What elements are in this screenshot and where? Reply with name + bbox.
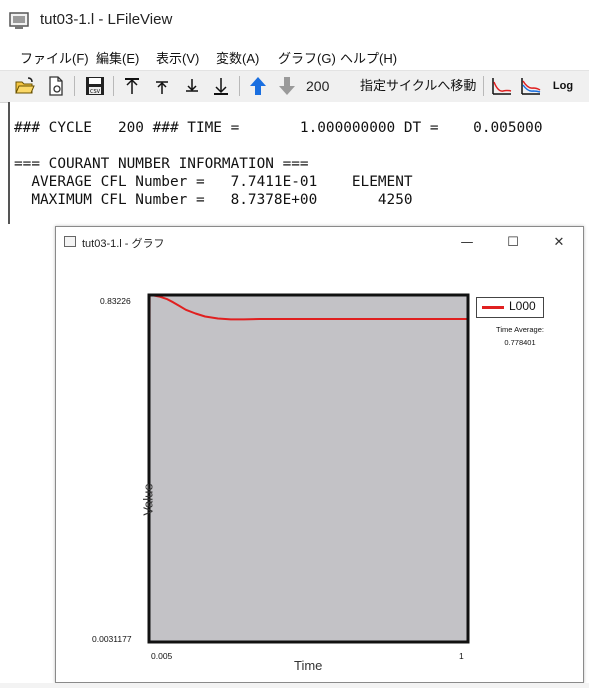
svg-text:CSV: CSV bbox=[90, 89, 101, 95]
y-tick-max: 0.83226 bbox=[100, 296, 131, 306]
line-chart bbox=[147, 293, 470, 644]
lfileview-app-icon bbox=[9, 12, 29, 29]
graph-window-title: tut03-1.l - グラフ bbox=[82, 238, 165, 250]
up-arrow-icon[interactable] bbox=[247, 75, 269, 97]
menu-variable[interactable]: 変数(A) bbox=[216, 48, 259, 67]
graph-compare-icon[interactable] bbox=[520, 75, 542, 97]
goto-cycle-button[interactable]: 指定サイクルへ移動 bbox=[356, 75, 480, 97]
cycle-number-input[interactable] bbox=[302, 76, 350, 96]
menu-help[interactable]: ヘルプ(H) bbox=[340, 48, 397, 67]
x-tick-min: 0.005 bbox=[151, 651, 173, 661]
menubar: ファイル(F) 編集(E) 表示(V) 変数(A) グラフ(G) ヘルプ(H) bbox=[0, 44, 589, 70]
cycle-time-line: ### CYCLE 200 ### TIME = 1.000000000 DT … bbox=[14, 120, 543, 136]
previous-icon[interactable] bbox=[151, 75, 173, 97]
time-average-value: 0.778401 bbox=[504, 338, 536, 347]
toolbar: CSV 指定サイクルへ移動 Log bbox=[0, 70, 589, 103]
graph-window-icon bbox=[64, 236, 76, 247]
close-icon: ✕ bbox=[553, 234, 565, 250]
save-icon[interactable]: CSV bbox=[84, 75, 106, 97]
graph-icon[interactable] bbox=[491, 75, 513, 97]
graph-canvas: L000 Time Average: 0.778401 Value Time 0… bbox=[62, 258, 577, 676]
menu-graph[interactable]: グラフ(G) bbox=[278, 48, 336, 67]
maximize-icon: ☐ bbox=[507, 234, 519, 250]
y-tick-min: 0.0031177 bbox=[92, 634, 132, 644]
y-axis-label: Value bbox=[140, 483, 156, 516]
courant-header-line: === COURANT NUMBER INFORMATION === bbox=[14, 156, 309, 172]
maximize-button[interactable]: ☐ bbox=[500, 231, 526, 253]
log-scale-button[interactable]: Log bbox=[549, 75, 577, 97]
x-axis-label: Time bbox=[294, 658, 323, 673]
output-text-view[interactable]: ### CYCLE 200 ### TIME = 1.000000000 DT … bbox=[8, 102, 589, 224]
time-average-label: Time Average: bbox=[496, 325, 544, 334]
average-cfl-line: AVERAGE CFL Number = 7.7411E-01 ELEMENT bbox=[14, 174, 413, 190]
window-title: tut03-1.l - LFileView bbox=[40, 11, 173, 28]
chart-legend: L000 bbox=[476, 297, 544, 318]
menu-view[interactable]: 表示(V) bbox=[156, 48, 199, 67]
graph-window-titlebar[interactable]: tut03-1.l - グラフ — ☐ ✕ bbox=[56, 227, 583, 257]
legend-swatch-l000 bbox=[482, 306, 504, 309]
plot-area bbox=[149, 295, 468, 642]
minimize-icon: — bbox=[460, 234, 474, 250]
first-cycle-icon[interactable] bbox=[121, 75, 143, 97]
menu-file[interactable]: ファイル(F) bbox=[20, 48, 89, 67]
minimize-button[interactable]: — bbox=[454, 231, 480, 253]
last-cycle-icon[interactable] bbox=[210, 75, 232, 97]
maximum-cfl-line: MAXIMUM CFL Number = 8.7378E+00 4250 bbox=[14, 192, 413, 208]
open-icon[interactable] bbox=[14, 75, 36, 97]
new-file-icon[interactable] bbox=[45, 75, 67, 97]
legend-label-l000: L000 bbox=[509, 299, 536, 313]
down-arrow-icon[interactable] bbox=[276, 75, 298, 97]
menu-edit[interactable]: 編集(E) bbox=[96, 48, 139, 67]
log-label: Log bbox=[552, 80, 574, 92]
bottom-strip bbox=[0, 683, 589, 688]
graph-window: tut03-1.l - グラフ — ☐ ✕ L000 Time Average:… bbox=[55, 226, 584, 683]
x-tick-max: 1 bbox=[459, 651, 464, 661]
next-icon[interactable] bbox=[181, 75, 203, 97]
main-titlebar: tut03-1.l - LFileView bbox=[0, 0, 589, 44]
close-button[interactable]: ✕ bbox=[546, 231, 572, 253]
